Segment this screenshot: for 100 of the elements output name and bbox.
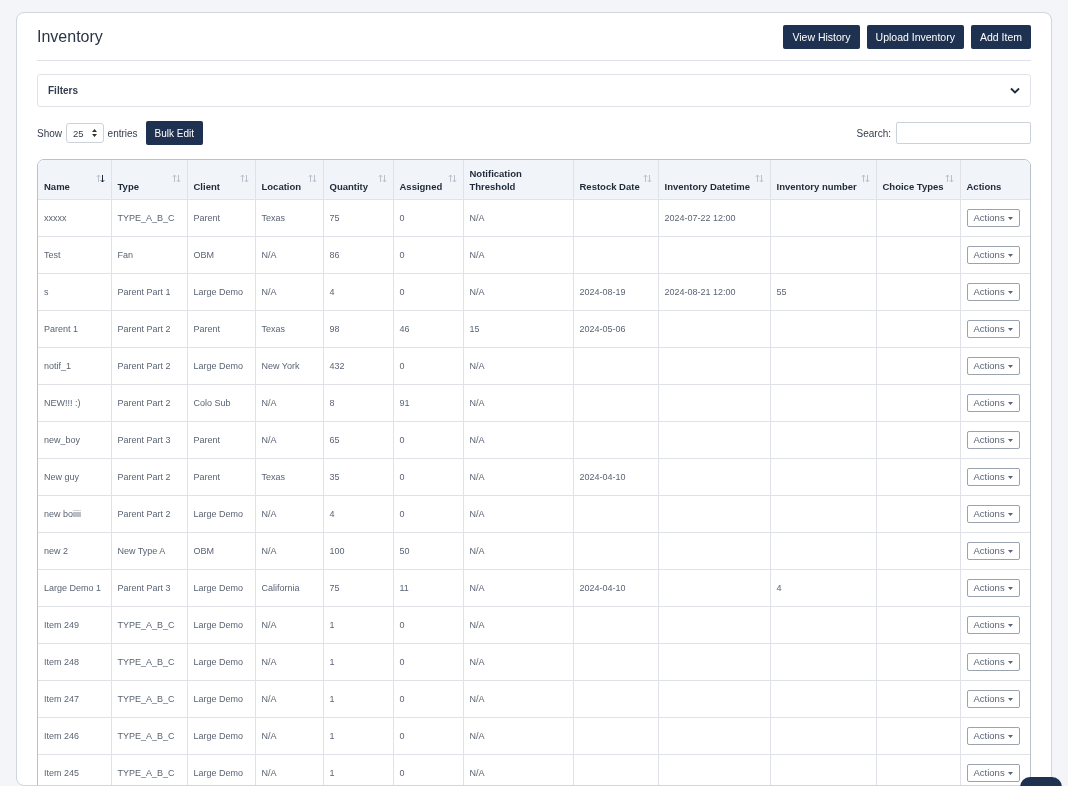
table-cell: 75 (329, 583, 340, 593)
page-title: Inventory (37, 28, 103, 46)
actions-dropdown[interactable]: Actions (966, 764, 1020, 782)
table-cell: 1 (329, 657, 335, 667)
table-cell: OBM (193, 250, 214, 260)
table-cell: 8 (329, 398, 335, 408)
actions-dropdown[interactable]: Actions (966, 320, 1020, 338)
table-cell: 2024-07-22 12:00 (664, 213, 736, 223)
table-cell: 1 (329, 620, 335, 630)
table-cell: 65 (329, 435, 340, 445)
actions-dropdown[interactable]: Actions (966, 579, 1020, 597)
entries-label: entries (107, 127, 138, 139)
actions-dropdown[interactable]: Actions (966, 505, 1020, 523)
column-header[interactable]: Name (44, 180, 70, 193)
table-cell: 0 (399, 472, 405, 482)
table-cell: Parent Part 2 (117, 398, 171, 408)
actions-dropdown[interactable]: Actions (966, 209, 1020, 227)
table-cell: 91 (399, 398, 410, 408)
table-cell: TYPE_A_B_C (117, 768, 175, 778)
table-cell: N/A (469, 657, 485, 667)
table-cell: 2024-04-10 (579, 472, 626, 482)
table-cell: Large Demo (193, 657, 244, 667)
table-cell: 0 (399, 361, 405, 371)
table-cell: N/A (469, 435, 485, 445)
actions-dropdown[interactable]: Actions (966, 283, 1020, 301)
table-cell: TYPE_A_B_C (117, 731, 175, 741)
table-cell: Large Demo (193, 361, 244, 371)
actions-dropdown[interactable]: Actions (966, 690, 1020, 708)
table-cell: N/A (261, 398, 277, 408)
show-label: Show (37, 127, 62, 139)
caret-icon (1007, 623, 1013, 627)
caret-icon (1007, 216, 1013, 220)
table-cell: TYPE_A_B_C (117, 620, 175, 630)
table-cell: N/A (469, 583, 485, 593)
table-cell: N/A (469, 694, 485, 704)
search-label: Search: (856, 127, 891, 139)
table-cell: Large Demo 1 (44, 583, 102, 593)
actions-dropdown[interactable]: Actions (966, 431, 1020, 449)
table-cell: Item 246 (44, 731, 80, 741)
table-cell: N/A (469, 472, 485, 482)
table-cell: Item 245 (44, 768, 80, 778)
table-cell: 0 (399, 731, 405, 741)
table-cell: Large Demo (193, 694, 244, 704)
column-header: Notification Threshold (469, 167, 523, 193)
table-cell: Parent (193, 213, 221, 223)
table-cell: 0 (399, 250, 405, 260)
caret-icon (1007, 401, 1013, 405)
header-button[interactable]: View History (783, 25, 860, 49)
table-cell: 86 (329, 250, 340, 260)
bulk-edit-button[interactable]: Bulk Edit (145, 121, 204, 145)
table-cell: 75 (329, 213, 340, 223)
table-cell: 4 (329, 287, 335, 297)
table-cell: N/A (261, 620, 277, 630)
table-cell: N/A (469, 768, 485, 778)
table-cell: Parent 1 (44, 324, 79, 334)
caret-icon (1007, 327, 1013, 331)
caret-icon (1007, 771, 1013, 775)
table-cell: New guy (44, 472, 79, 482)
table-cell: 0 (399, 213, 405, 223)
table-cell: Fan (117, 250, 133, 260)
column-header: Actions (966, 180, 1002, 193)
table-cell: 98 (329, 324, 340, 334)
column-header[interactable]: Quantity (329, 180, 369, 193)
table-cell: Large Demo (193, 768, 244, 778)
column-header[interactable]: Location (261, 180, 302, 193)
table-cell: Texas (261, 324, 285, 334)
actions-dropdown[interactable]: Actions (966, 727, 1020, 745)
table-cell: 0 (399, 694, 405, 704)
table-cell: N/A (261, 287, 277, 297)
actions-dropdown[interactable]: Actions (966, 468, 1020, 486)
header-button[interactable]: Add Item (970, 25, 1031, 49)
sort-icon[interactable] (95, 174, 105, 183)
actions-dropdown[interactable]: Actions (966, 394, 1020, 412)
actions-dropdown[interactable]: Actions (966, 246, 1020, 264)
table-cell: 2024-08-19 (579, 287, 626, 297)
caret-icon (1007, 512, 1013, 516)
table-cell: 0 (399, 768, 405, 778)
table-cell: 4 (329, 509, 335, 519)
search-field[interactable] (896, 122, 1031, 144)
column-header[interactable]: Type (117, 180, 139, 193)
table-cell: Item 247 (44, 694, 80, 704)
actions-dropdown[interactable]: Actions (966, 616, 1020, 634)
filters-panel[interactable]: Filters (37, 74, 1031, 107)
caret-icon (1007, 364, 1013, 368)
table-cell: xxxxx (44, 213, 67, 223)
page-size-select[interactable]: 25 (66, 123, 104, 143)
table-cell: N/A (261, 250, 277, 260)
actions-dropdown[interactable]: Actions (966, 542, 1020, 560)
table-cell: Parent Part 3 (117, 583, 171, 593)
table-cell: N/A (469, 731, 485, 741)
table-cell: new boiiii (44, 509, 82, 519)
table-cell: Parent Part 2 (117, 472, 171, 482)
table-cell: New Type A (117, 546, 166, 556)
table-cell: 2024-08-21 12:00 (664, 287, 736, 297)
column-header[interactable]: Client (193, 180, 220, 193)
actions-dropdown[interactable]: Actions (966, 653, 1020, 671)
actions-dropdown[interactable]: Actions (966, 357, 1020, 375)
table-cell: TYPE_A_B_C (117, 694, 175, 704)
header-button[interactable]: Upload Inventory (866, 25, 964, 49)
table-cell: N/A (469, 213, 485, 223)
